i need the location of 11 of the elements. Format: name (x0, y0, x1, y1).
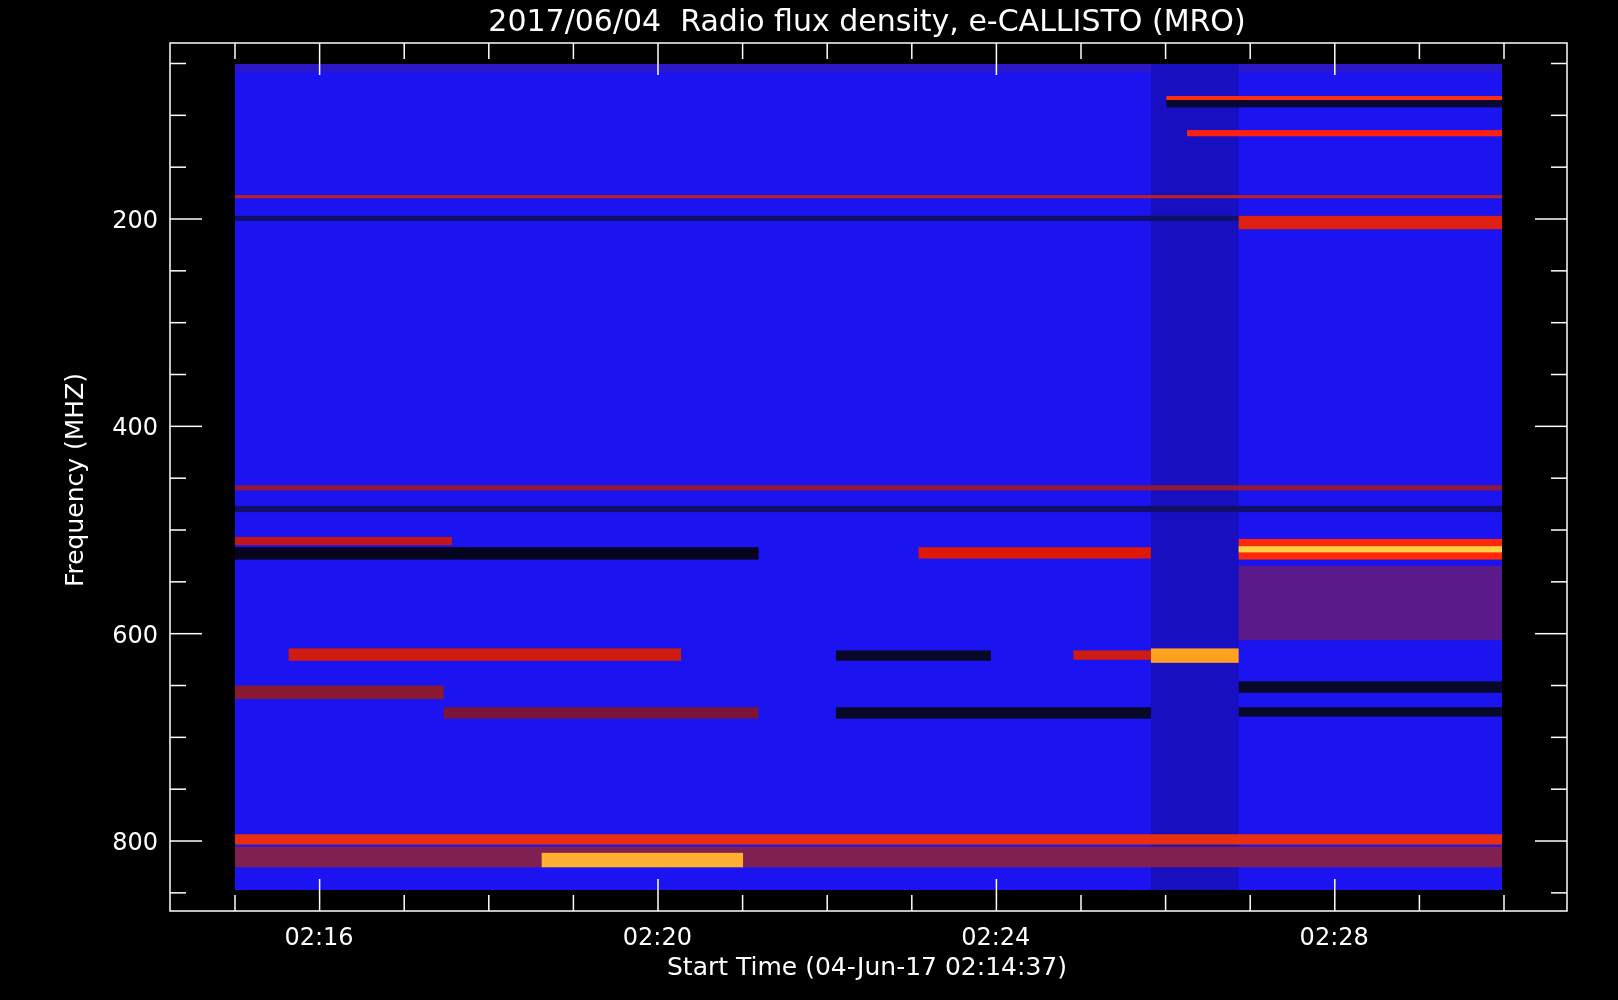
y-tick-label: 200 (112, 206, 158, 234)
x-axis-label: Start Time (04-Jun-17 02:14:37) (667, 952, 1067, 981)
x-tick-label: 02:16 (284, 923, 354, 951)
chart-title: 2017/06/04 Radio flux density, e-CALLISTO (MRO) (488, 3, 1246, 38)
x-tick-label: 02:28 (1299, 923, 1369, 951)
y-axis-label: Frequency (MHZ) (60, 372, 89, 588)
x-tick-label: 02:24 (961, 923, 1031, 951)
y-tick-label: 400 (112, 413, 158, 442)
x-tick-label: 02:20 (622, 923, 692, 951)
y-tick-label: 800 (112, 827, 158, 856)
y-tick-label: 600 (112, 620, 158, 649)
